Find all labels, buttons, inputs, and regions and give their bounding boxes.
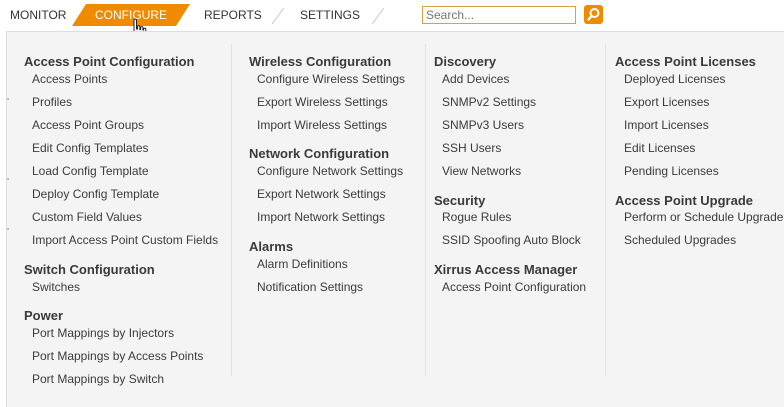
menu-item-deployed-licenses[interactable]: Deployed Licenses: [624, 72, 725, 86]
menu-item-add-devices[interactable]: Add Devices: [442, 72, 509, 86]
menu-item-custom-field-values[interactable]: Custom Field Values: [32, 210, 142, 224]
menu-item-access-points[interactable]: Access Points: [32, 72, 107, 86]
section-title-ap-configuration: Access Point Configuration: [24, 54, 195, 69]
menu-item-edit-config-templates[interactable]: Edit Config Templates: [32, 141, 149, 155]
nav-monitor[interactable]: MONITOR: [10, 8, 66, 22]
nav-reports[interactable]: REPORTS: [204, 8, 262, 22]
section-title-network-configuration: Network Configuration: [249, 146, 390, 161]
menu-item-profiles[interactable]: Profiles: [32, 95, 72, 109]
top-navigation: MONITOR CONFIGURE REPORTS SETTINGS: [0, 0, 784, 42]
menu-item-alarm-definitions[interactable]: Alarm Definitions: [257, 257, 348, 271]
section-title-alarms: Alarms: [249, 239, 294, 254]
section-title-power: Power: [24, 308, 64, 323]
column-divider: [425, 44, 426, 376]
menu-item-port-mappings-switch[interactable]: Port Mappings by Switch: [32, 372, 164, 386]
menu-item-scheduled-upgrades[interactable]: Scheduled Upgrades: [624, 233, 736, 247]
section-title-ap-upgrade: Access Point Upgrade: [615, 193, 753, 208]
edge-marker: [7, 178, 9, 180]
menu-item-port-mappings-injectors[interactable]: Port Mappings by Injectors: [32, 326, 174, 340]
column-divider: [231, 44, 232, 376]
menu-item-ssid-spoofing-auto-block[interactable]: SSID Spoofing Auto Block: [442, 233, 581, 247]
section-title-xirrus-access-manager: Xirrus Access Manager: [434, 262, 578, 277]
menu-item-rogue-rules[interactable]: Rogue Rules: [442, 210, 511, 224]
section-title-switch-configuration: Switch Configuration: [24, 262, 155, 277]
menu-item-import-ap-custom-fields[interactable]: Import Access Point Custom Fields: [32, 233, 218, 247]
menu-item-pending-licenses[interactable]: Pending Licenses: [624, 164, 719, 178]
section-title-wireless-configuration: Wireless Configuration: [249, 54, 392, 69]
section-title-discovery: Discovery: [434, 54, 497, 69]
nav-separator: [371, 7, 385, 25]
menu-item-port-mappings-access-points[interactable]: Port Mappings by Access Points: [32, 349, 203, 363]
configure-dropdown-menu: Access Point Configuration Access Points…: [6, 31, 784, 407]
menu-item-import-licenses[interactable]: Import Licenses: [624, 118, 709, 132]
menu-item-snmpv3-users[interactable]: SNMPv3 Users: [442, 118, 524, 132]
menu-item-snmpv2-settings[interactable]: SNMPv2 Settings: [442, 95, 536, 109]
section-title-ap-licenses: Access Point Licenses: [615, 54, 756, 69]
menu-item-export-licenses[interactable]: Export Licenses: [624, 95, 709, 109]
menu-item-view-networks[interactable]: View Networks: [442, 164, 521, 178]
menu-item-export-network-settings[interactable]: Export Network Settings: [257, 187, 386, 201]
menu-item-configure-network-settings[interactable]: Configure Network Settings: [257, 164, 403, 178]
menu-item-load-config-template[interactable]: Load Config Template: [32, 164, 149, 178]
menu-item-import-network-settings[interactable]: Import Network Settings: [257, 210, 385, 224]
menu-item-access-point-groups[interactable]: Access Point Groups: [32, 118, 144, 132]
menu-item-configure-wireless-settings[interactable]: Configure Wireless Settings: [257, 72, 405, 86]
menu-item-import-wireless-settings[interactable]: Import Wireless Settings: [257, 118, 387, 132]
menu-item-notification-settings[interactable]: Notification Settings: [257, 280, 363, 294]
menu-item-xam-access-point-configuration[interactable]: Access Point Configuration: [442, 280, 586, 294]
section-title-security: Security: [434, 193, 486, 208]
column-divider: [605, 44, 606, 376]
search-input[interactable]: [422, 6, 576, 24]
menu-item-edit-licenses[interactable]: Edit Licenses: [624, 141, 695, 155]
nav-separator: [271, 7, 285, 25]
edge-marker: [7, 228, 9, 230]
menu-item-switches[interactable]: Switches: [32, 280, 80, 294]
menu-item-perform-schedule-upgrade[interactable]: Perform or Schedule Upgrade: [624, 210, 783, 224]
nav-settings[interactable]: SETTINGS: [300, 8, 360, 22]
menu-item-ssh-users[interactable]: SSH Users: [442, 141, 501, 155]
edge-marker: [7, 98, 9, 100]
menu-item-export-wireless-settings[interactable]: Export Wireless Settings: [257, 95, 388, 109]
search-button[interactable]: [584, 5, 603, 24]
search-icon: [587, 8, 600, 21]
menu-item-deploy-config-template[interactable]: Deploy Config Template: [32, 187, 159, 201]
